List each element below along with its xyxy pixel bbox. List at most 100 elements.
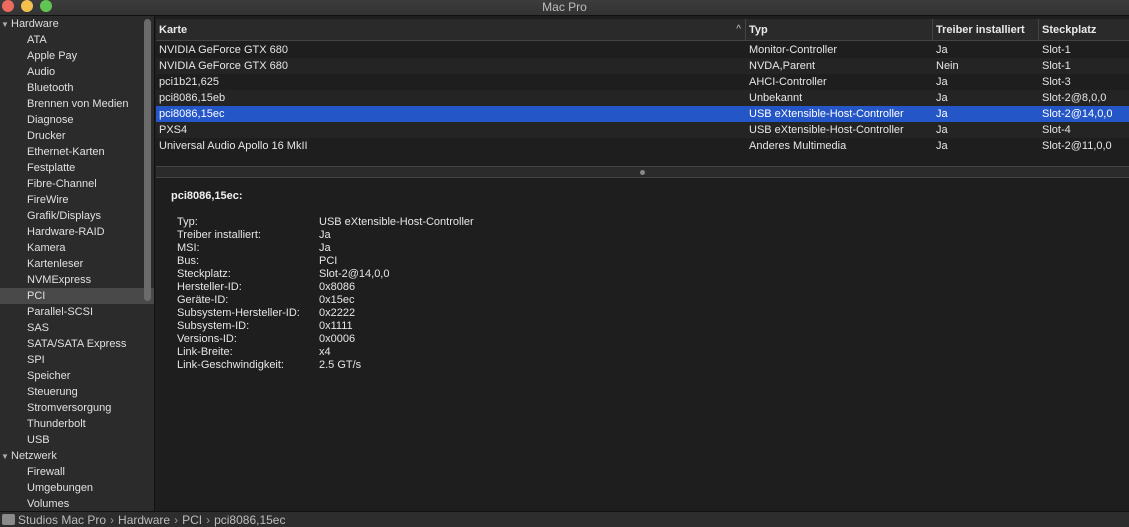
property-key: Versions-ID: <box>177 333 237 345</box>
table-row[interactable]: pci1b21,625 AHCI-Controller Ja Slot-3 <box>156 74 1129 90</box>
sidebar-item[interactable]: Ethernet-Karten <box>0 144 154 160</box>
table-row[interactable]: NVIDIA GeForce GTX 680 Monitor-Controller… <box>156 42 1129 58</box>
sidebar-item[interactable]: SATA/SATA Express <box>0 336 154 352</box>
property-key: Hersteller-ID: <box>177 281 242 293</box>
property-row: Geräte-ID: 0x15ec <box>177 294 577 307</box>
sidebar-item[interactable]: Fibre-Channel <box>0 176 154 192</box>
sidebar-item[interactable]: Firewall <box>0 464 154 480</box>
cell-typ: NVDA,Parent <box>749 60 816 72</box>
cell-treiber: Ja <box>936 76 948 88</box>
breadcrumb-item[interactable]: PCI <box>182 513 202 527</box>
property-value: USB eXtensible-Host-Controller <box>319 216 474 228</box>
property-key: Link-Geschwindigkeit: <box>177 359 284 371</box>
sidebar-item[interactable]: Apple Pay <box>0 48 154 64</box>
property-row: Bus: PCI <box>177 255 577 268</box>
breadcrumb-separator-icon: › <box>174 513 179 527</box>
table-row[interactable]: pci8086,15eb Unbekannt Ja Slot-2@8,0,0 <box>156 90 1129 106</box>
sidebar-group-header[interactable]: ▼ Netzwerk <box>0 448 154 464</box>
sidebar-item[interactable]: Thunderbolt <box>0 416 154 432</box>
breadcrumb-item[interactable]: Studios Mac Pro <box>18 513 106 527</box>
cell-typ: Anderes Multimedia <box>749 140 847 152</box>
property-row: Typ: USB eXtensible-Host-Controller <box>177 216 577 229</box>
table-body: NVIDIA GeForce GTX 680 Monitor-Controller… <box>156 42 1129 154</box>
sidebar-item[interactable]: Volumes <box>0 496 154 511</box>
cell-treiber: Ja <box>936 108 948 120</box>
cell-typ: Monitor-Controller <box>749 44 838 56</box>
sidebar-group-label: Netzwerk <box>11 450 57 462</box>
property-key: Geräte-ID: <box>177 294 229 306</box>
property-row: Subsystem-ID: 0x1111 <box>177 320 577 333</box>
sidebar-item[interactable]: Festplatte <box>0 160 154 176</box>
sidebar-item[interactable]: Stromversorgung <box>0 400 154 416</box>
table-row[interactable]: PXS4 USB eXtensible-Host-Controller Ja Slot… <box>156 122 1129 138</box>
sidebar-item[interactable]: Kamera <box>0 240 154 256</box>
cell-treiber: Ja <box>936 92 948 104</box>
disclosure-triangle-icon[interactable]: ▼ <box>1 449 11 465</box>
cell-typ: Unbekannt <box>749 92 803 104</box>
cell-steckplatz: Slot-1 <box>1042 44 1071 56</box>
sidebar: ▼ Hardware ATA Apple Pay Audio Bluetooth Brenn… <box>0 16 155 511</box>
property-row: Subsystem-Hersteller-ID: 0x2222 <box>177 307 577 320</box>
cell-karte: Universal Audio Apollo 16 MkII <box>159 140 308 152</box>
sidebar-item[interactable]: Steuerung <box>0 384 154 400</box>
cell-treiber: Ja <box>936 124 948 136</box>
cell-karte: pci8086,15eb <box>159 92 226 104</box>
sidebar-item[interactable]: Brennen von Medien <box>0 96 154 112</box>
table-header: Karte ^ Typ Treiber installiert Steckpla… <box>156 19 1129 41</box>
cell-typ: USB eXtensible-Host-Controller <box>749 124 904 136</box>
sidebar-scrollbar[interactable] <box>144 19 151 301</box>
breadcrumb-item[interactable]: pci8086,15ec <box>214 513 285 527</box>
cell-treiber: Ja <box>936 140 948 152</box>
table-row[interactable]: pci8086,15ec USB eXtensible-Host-Controll… <box>156 106 1129 122</box>
sidebar-item[interactable]: Grafik/Displays <box>0 208 154 224</box>
property-key: Treiber installiert: <box>177 229 261 241</box>
sidebar-item[interactable]: FireWire <box>0 192 154 208</box>
cell-karte: pci8086,15ec <box>159 108 225 120</box>
property-row: Hersteller-ID: 0x8086 <box>177 281 577 294</box>
sidebar-item[interactable]: USB <box>0 432 154 448</box>
property-row: Link-Breite: x4 <box>177 346 577 359</box>
table-row[interactable]: Universal Audio Apollo 16 MkII Anderes Mu… <box>156 138 1129 154</box>
disclosure-triangle-icon[interactable]: ▼ <box>1 17 11 33</box>
sidebar-item[interactable]: Bluetooth <box>0 80 154 96</box>
column-header-karte[interactable]: Karte ^ <box>156 19 746 41</box>
sidebar-item[interactable]: SAS <box>0 320 154 336</box>
column-header-steckplatz[interactable]: Steckplatz <box>1039 19 1129 41</box>
sidebar-item[interactable]: Speicher <box>0 368 154 384</box>
column-header-label: Karte <box>159 24 188 36</box>
sidebar-item[interactable]: ATA <box>0 32 154 48</box>
table-row[interactable]: NVIDIA GeForce GTX 680 NVDA,Parent Nein Slo… <box>156 58 1129 74</box>
property-value: Ja <box>319 229 331 241</box>
window-title: Mac Pro <box>542 0 587 14</box>
cell-treiber: Ja <box>936 44 948 56</box>
column-header-typ[interactable]: Typ <box>746 19 933 41</box>
cell-steckplatz: Slot-3 <box>1042 76 1071 88</box>
sidebar-item[interactable]: Hardware-RAID <box>0 224 154 240</box>
breadcrumb-item[interactable]: Hardware <box>118 513 170 527</box>
sidebar-item[interactable]: Drucker <box>0 128 154 144</box>
cell-treiber: Nein <box>936 60 959 72</box>
detail-pane: pci8086,15ec: Typ: USB eXtensible-Host-Co… <box>156 178 1129 511</box>
sidebar-group-header[interactable]: ▼ Hardware <box>0 16 154 32</box>
sidebar-item[interactable]: PCI <box>0 288 154 304</box>
sidebar-item[interactable]: Kartenleser <box>0 256 154 272</box>
cell-karte: NVIDIA GeForce GTX 680 <box>159 44 288 56</box>
cell-typ: USB eXtensible-Host-Controller <box>749 108 904 120</box>
main-panel: Karte ^ Typ Treiber installiert Steckpla… <box>156 16 1129 511</box>
cell-karte: pci1b21,625 <box>159 76 219 88</box>
title-bar: Mac Pro <box>0 0 1129 16</box>
splitter-handle-icon[interactable] <box>640 170 645 175</box>
sidebar-item[interactable]: Parallel-SCSI <box>0 304 154 320</box>
column-header-treiber[interactable]: Treiber installiert <box>933 19 1039 41</box>
sidebar-item[interactable]: Umgebungen <box>0 480 154 496</box>
splitter[interactable] <box>156 166 1129 178</box>
property-key: Subsystem-Hersteller-ID: <box>177 307 300 319</box>
sidebar-item[interactable]: NVMExpress <box>0 272 154 288</box>
sidebar-item[interactable]: Diagnose <box>0 112 154 128</box>
sidebar-item[interactable]: SPI <box>0 352 154 368</box>
breadcrumb-separator-icon: › <box>206 513 211 527</box>
property-value: Slot-2@14,0,0 <box>319 268 390 280</box>
cell-steckplatz: Slot-2@8,0,0 <box>1042 92 1107 104</box>
sidebar-item[interactable]: Audio <box>0 64 154 80</box>
cell-steckplatz: Slot-2@14,0,0 <box>1042 108 1113 120</box>
